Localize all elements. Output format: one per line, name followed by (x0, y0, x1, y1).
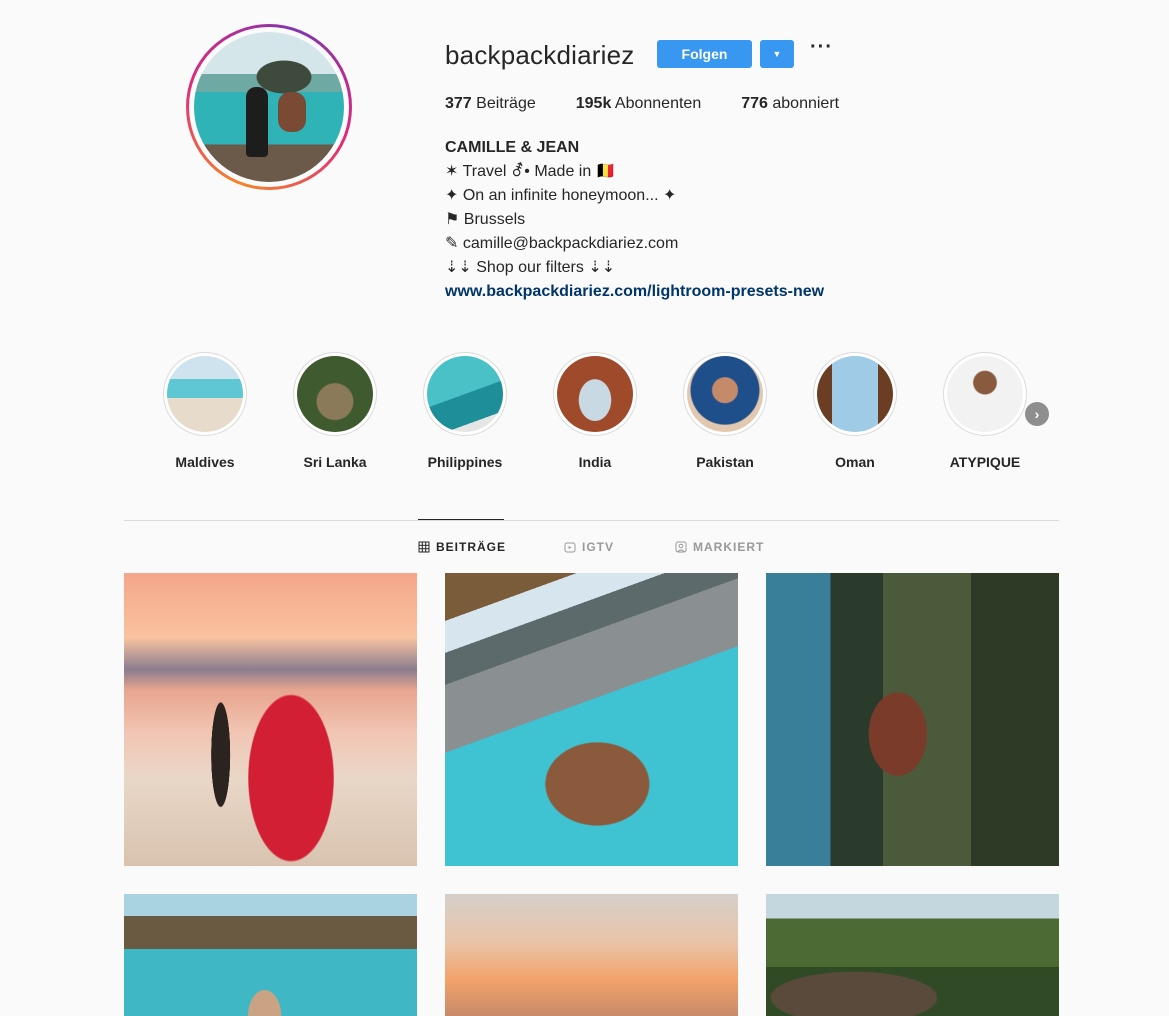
bio-line: ⚑ Brussels (445, 211, 526, 228)
more-options-icon[interactable]: ··· (810, 36, 833, 59)
post-thumbnail[interactable] (124, 573, 417, 866)
following-stat[interactable]: 776 abonniert (741, 95, 839, 113)
highlight-india[interactable]: India (553, 352, 637, 470)
chevron-right-icon[interactable]: › (1025, 402, 1049, 426)
highlight-thumbnail (947, 356, 1023, 432)
grid-icon (418, 541, 430, 553)
post-thumbnail[interactable] (766, 894, 1059, 1016)
posts-label: Beiträge (476, 95, 536, 112)
highlight-pakistan[interactable]: Pakistan (683, 352, 767, 470)
post-thumbnail[interactable] (766, 573, 1059, 866)
tab-tagged[interactable]: MARKIERT (675, 540, 764, 554)
highlight-thumbnail (167, 356, 243, 432)
posts-count: 377 (445, 95, 472, 112)
chevron-down-icon: ▼ (772, 49, 782, 59)
highlight-label: Philippines (427, 454, 503, 470)
following-count: 776 (741, 95, 768, 112)
posts-stat: 377 Beiträge (445, 95, 536, 113)
follow-button[interactable]: Folgen (657, 40, 752, 68)
story-highlights: Maldives Sri Lanka Philippines India Pak… (163, 352, 1063, 472)
bio-line: ⇣⇣ Shop our filters ⇣⇣ (445, 259, 616, 276)
highlight-label: Pakistan (696, 454, 754, 470)
bio-line: ✦ On an infinite honeymoon... ✦ (445, 187, 677, 204)
highlight-thumbnail (557, 356, 633, 432)
tab-label: BEITRÄGE (436, 540, 507, 554)
post-thumbnail[interactable] (124, 894, 417, 1016)
active-tab-indicator (418, 519, 504, 520)
post-thumbnail[interactable] (445, 573, 738, 866)
profile-avatar[interactable] (186, 24, 352, 190)
highlight-label: Maldives (175, 454, 235, 470)
highlight-maldives[interactable]: Maldives (163, 352, 247, 470)
tab-igtv[interactable]: IGTV (564, 540, 614, 554)
highlight-oman[interactable]: Oman (813, 352, 897, 470)
highlight-label: India (578, 454, 612, 470)
profile-bio: CAMILLE & JEAN ✶ Travel ⚦• Made in 🇧🇪 ✦ … (445, 136, 824, 304)
bio-line: ✎ camille@backpackdiariez.com (445, 235, 679, 252)
tagged-icon (675, 541, 687, 553)
highlight-label: Oman (835, 454, 875, 470)
highlight-thumbnail (817, 356, 893, 432)
highlight-thumbnail (427, 356, 503, 432)
highlight-thumbnail (687, 356, 763, 432)
igtv-icon (564, 542, 576, 553)
tabs-divider (124, 520, 1059, 521)
following-label: abonniert (772, 95, 840, 112)
followers-label: Abonnenten (614, 95, 702, 112)
tab-label: MARKIERT (693, 540, 765, 554)
avatar-image (194, 32, 344, 182)
suggested-dropdown-button[interactable]: ▼ (760, 40, 794, 68)
tab-posts[interactable]: BEITRÄGE (418, 540, 506, 554)
highlight-label: Sri Lanka (303, 454, 367, 470)
profile-full-name: CAMILLE & JEAN (445, 139, 580, 156)
post-thumbnail[interactable] (445, 894, 738, 1016)
highlight-thumbnail (297, 356, 373, 432)
bio-line: ✶ Travel ⚦• Made in 🇧🇪 (445, 163, 616, 180)
tab-label: IGTV (582, 540, 615, 554)
highlight-philippines[interactable]: Philippines (423, 352, 507, 470)
bio-website-link[interactable]: www.backpackdiariez.com/lightroom-preset… (445, 280, 824, 304)
followers-stat[interactable]: 195k Abonnenten (576, 95, 701, 113)
highlight-atypique[interactable]: ATYPIQUE (943, 352, 1027, 470)
highlight-sri-lanka[interactable]: Sri Lanka (293, 352, 377, 470)
profile-username: backpackdiariez (445, 40, 635, 70)
highlight-label: ATYPIQUE (949, 454, 1021, 470)
followers-count: 195k (575, 95, 612, 112)
profile-stats: 377 Beiträge 195k Abonnenten 776 abonnie… (445, 95, 879, 113)
